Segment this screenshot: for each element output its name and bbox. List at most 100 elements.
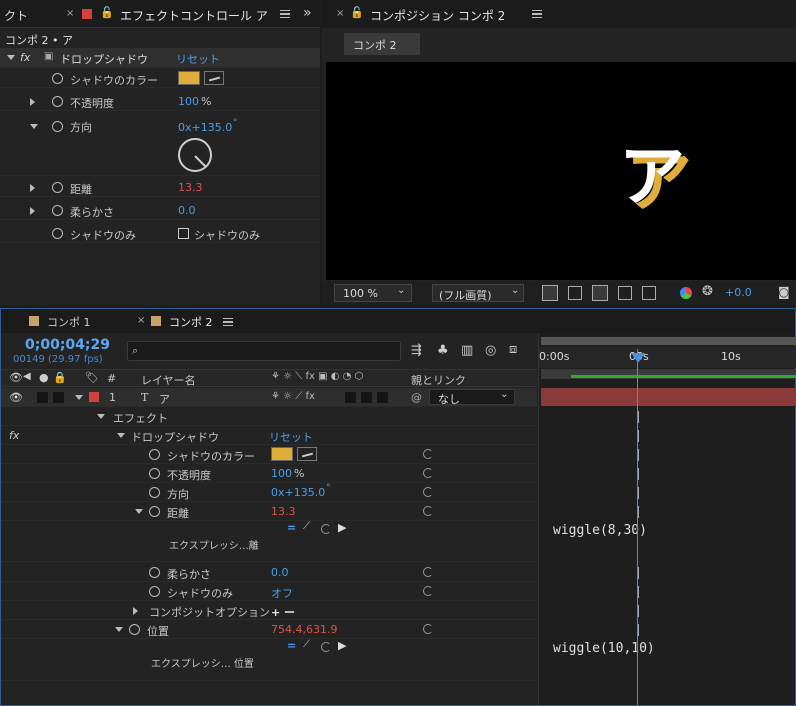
expression-language-icon[interactable]: ▶	[338, 639, 346, 652]
direction-dial[interactable]	[178, 138, 212, 172]
motion-blur-icon[interactable]: ◎	[485, 343, 496, 358]
fx-icon[interactable]: fx	[9, 429, 19, 442]
expression-spiral-icon[interactable]	[423, 487, 433, 497]
tab-comp2[interactable]: コンポ 2	[169, 314, 213, 330]
expression-spiral-icon[interactable]	[423, 468, 433, 478]
comp-flowchart-icon[interactable]: ⇶	[411, 343, 422, 358]
work-area-bar[interactable]	[541, 337, 796, 345]
audio-icon[interactable]: ◀	[23, 371, 31, 382]
expand-icon[interactable]	[133, 607, 138, 615]
stopwatch-icon[interactable]	[52, 121, 63, 132]
track-area[interactable]: 0:00s 05s 10s wiggle(8,30) wiggle(10,10)	[538, 333, 796, 705]
expression-spiral-icon[interactable]	[423, 506, 433, 516]
layer-label-color[interactable]	[89, 392, 99, 402]
softness-value[interactable]: 0.0	[271, 566, 289, 579]
graph-editor-icon[interactable]: ⧈	[509, 342, 517, 357]
distance-value[interactable]: 13.3	[271, 505, 296, 518]
mask-path-icon[interactable]	[592, 285, 608, 301]
eyedropper-icon[interactable]	[204, 71, 224, 85]
panel-menu-icon[interactable]	[532, 10, 542, 18]
shadow-color-swatch[interactable]	[271, 447, 293, 461]
expression-spiral-icon[interactable]	[423, 567, 433, 577]
snapshot-icon[interactable]	[642, 286, 656, 300]
collapse-icon[interactable]	[117, 433, 125, 438]
stopwatch-icon[interactable]	[52, 96, 63, 107]
stopwatch-icon[interactable]	[52, 73, 63, 84]
expression-pickwhip-icon[interactable]	[321, 642, 331, 652]
expression-language-icon[interactable]: ▶	[338, 521, 346, 534]
frame-blending-icon[interactable]: ▥	[461, 343, 473, 358]
comp-subtab[interactable]: コンポ 2	[344, 33, 420, 55]
expression-graph-icon[interactable]: ⟋	[303, 639, 310, 650]
layer-row[interactable]: 👁 1 T ア ⚘ ☼ ⟋ fx @ なし ⌄	[1, 388, 537, 407]
col-layer-name[interactable]: レイヤー名	[141, 372, 196, 388]
stopwatch-icon[interactable]	[52, 205, 63, 216]
close-icon[interactable]: ×	[66, 8, 74, 19]
expression-pickwhip-icon[interactable]	[321, 524, 331, 534]
resolution-dropdown[interactable]: (フル画質) ⌄	[432, 284, 524, 302]
opacity-value[interactable]: 100	[271, 467, 292, 480]
lock-icon[interactable]: 🔓	[350, 6, 364, 19]
timecode[interactable]: 0;00;04;29	[25, 337, 110, 353]
solo-box[interactable]	[37, 392, 48, 403]
reset-link[interactable]: リセット	[176, 51, 220, 67]
expand-icon[interactable]	[30, 207, 35, 215]
label-icon[interactable]: 🏷	[85, 371, 99, 384]
camera-icon[interactable]: ◙	[778, 285, 790, 299]
distance-value[interactable]: 13.3	[178, 181, 203, 194]
shadow-only-value[interactable]: オフ	[271, 585, 293, 601]
drop-shadow-row[interactable]: fx ドロップシャドウ リセット	[1, 426, 537, 445]
expression-spiral-icon[interactable]	[423, 624, 433, 634]
collapse-icon[interactable]	[75, 395, 83, 400]
collapse-icon[interactable]	[135, 509, 143, 514]
close-icon[interactable]: ×	[336, 8, 344, 19]
composite-options-value[interactable]: + ー	[271, 604, 295, 620]
expression-spiral-icon[interactable]	[423, 449, 433, 459]
stopwatch-icon[interactable]	[149, 567, 160, 578]
position-value[interactable]: 754.4,631.9	[271, 623, 337, 636]
stopwatch-icon[interactable]	[129, 624, 140, 635]
expression-text-1[interactable]: wiggle(8,30)	[553, 523, 647, 538]
eye-icon[interactable]: 👁	[9, 391, 23, 404]
expression-enable-icon[interactable]: =	[287, 639, 296, 652]
effect-header-row[interactable]: fx ▣ ドロップシャドウ リセット	[0, 48, 320, 68]
shy-layers-icon[interactable]: ♣	[437, 343, 449, 358]
fx-icon[interactable]: fx	[20, 51, 30, 64]
tab-effect-controls[interactable]: エフェクトコントロール ア	[120, 7, 268, 24]
comp-viewer[interactable]: ア ア	[326, 62, 796, 280]
reset-link[interactable]: リセット	[269, 429, 313, 445]
opacity-value[interactable]: 100	[178, 95, 199, 108]
shadow-only-checkbox[interactable]	[178, 228, 189, 239]
playhead-icon[interactable]	[631, 353, 645, 363]
region-of-interest-icon[interactable]	[618, 286, 632, 300]
collapse-icon[interactable]	[7, 55, 15, 60]
eye-icon[interactable]: 👁	[9, 371, 23, 384]
col-parent[interactable]: 親とリンク	[411, 372, 466, 388]
expression-graph-icon[interactable]: ⟋	[303, 521, 310, 532]
direction-value[interactable]: 0x+135.0	[178, 121, 232, 134]
transparency-grid-icon[interactable]	[568, 286, 582, 300]
lock-box[interactable]	[53, 392, 64, 403]
tl-composite-options-row[interactable]: コンポジットオプション + ー	[1, 601, 537, 620]
stopwatch-icon[interactable]	[149, 449, 160, 460]
shadow-color-swatch[interactable]	[178, 71, 200, 85]
stopwatch-icon[interactable]	[149, 586, 160, 597]
collapse-icon[interactable]	[97, 414, 105, 419]
channel-icon[interactable]	[680, 287, 692, 299]
switch-box[interactable]	[361, 392, 372, 403]
expression-spiral-icon[interactable]	[423, 586, 433, 596]
collapse-icon[interactable]	[30, 124, 38, 129]
layer-duration-bar[interactable]	[541, 388, 796, 406]
exposure-icon[interactable]: ❂	[702, 284, 713, 299]
close-icon[interactable]: ×	[137, 315, 145, 326]
stopwatch-icon[interactable]	[52, 228, 63, 239]
layer-search-input[interactable]: ⌕	[127, 341, 401, 361]
expression-enable-icon[interactable]: =	[287, 521, 296, 534]
switch-box[interactable]	[377, 392, 388, 403]
pickwhip-icon[interactable]: @	[411, 391, 422, 404]
layer-name[interactable]: ア	[159, 391, 170, 407]
effects-group-row[interactable]: エフェクト	[1, 407, 537, 426]
softness-value[interactable]: 0.0	[178, 204, 196, 217]
solo-icon[interactable]: ●	[39, 371, 49, 384]
more-tabs-icon[interactable]: »	[303, 5, 312, 21]
